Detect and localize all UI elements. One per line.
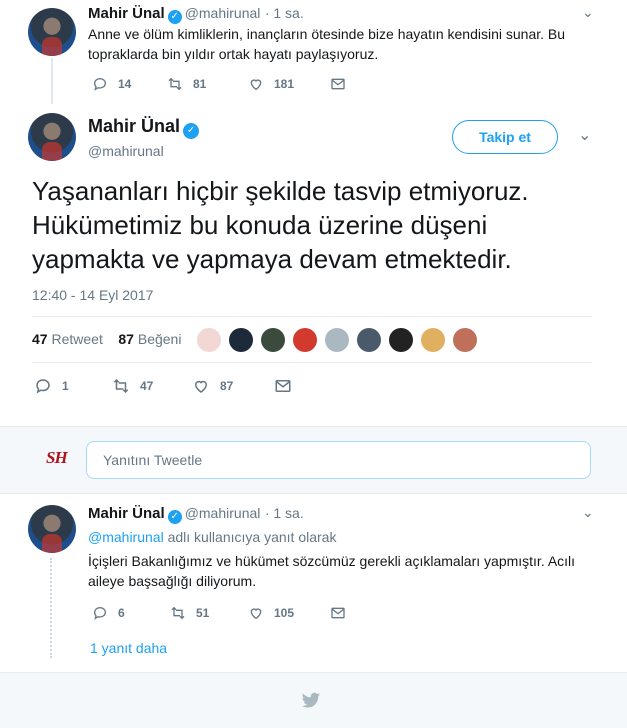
- tweet-text-line: yapmakta ve yapmaya devam etmektedir.: [32, 244, 512, 274]
- tweet-text-line: Anne ve ölüm kimliklerin, inançların öte…: [88, 26, 566, 42]
- chevron-down-icon[interactable]: ⌄: [578, 125, 591, 145]
- liker-avatar[interactable]: [229, 328, 253, 352]
- retweet-icon: [113, 378, 129, 394]
- tweet-text-line: topraklarda bin yıldır ortak hayatı payl…: [88, 46, 379, 62]
- tweet-text: Anne ve ölüm kimliklerin, inançların öte…: [88, 24, 608, 64]
- reply-to-suffix: adlı kullanıcıya yanıt olarak: [163, 529, 337, 545]
- divider: [32, 362, 592, 363]
- user-logo-text: SH: [46, 448, 68, 467]
- divider: [32, 316, 592, 317]
- message-action[interactable]: [330, 76, 356, 92]
- avatar[interactable]: [28, 8, 76, 56]
- author-handle[interactable]: @mahirunal: [185, 505, 261, 521]
- like-count: 87: [220, 379, 234, 393]
- tweet-text: İçişleri Bakanlığımız ve hükümet sözcümü…: [88, 551, 608, 591]
- avatar[interactable]: [28, 505, 76, 553]
- like-action[interactable]: 181: [248, 76, 294, 92]
- author-block: Mahir Ünal ✓ @mahirunal: [88, 116, 202, 159]
- liker-avatar[interactable]: [421, 328, 445, 352]
- retweet-icon: [168, 77, 182, 91]
- follow-button[interactable]: Takip et: [452, 120, 558, 154]
- reply-icon: [36, 379, 50, 394]
- user-logo[interactable]: SH: [46, 448, 78, 470]
- stats-row: 47 Retweet 87 Beğeni: [32, 331, 181, 347]
- retweet-action[interactable]: 47: [112, 377, 153, 395]
- reply-icon: [93, 77, 107, 91]
- tweet-text-line: İçişleri Bakanlığımız ve hükümet sözcümü…: [88, 553, 576, 569]
- author-handle[interactable]: @mahirunal: [185, 5, 261, 21]
- message-action[interactable]: [274, 377, 302, 395]
- envelope-icon: [331, 607, 345, 619]
- reply-action[interactable]: 14: [92, 76, 131, 92]
- retweet-stat[interactable]: 47 Retweet: [32, 331, 103, 347]
- main-tweet-text: Yaşananları hiçbir şekilde tasvip etmiyo…: [32, 174, 602, 276]
- liker-avatar[interactable]: [197, 328, 221, 352]
- liker-avatars: [197, 328, 485, 357]
- tweet-text-line: aileye başsağlığı diliyorum.: [88, 573, 257, 589]
- envelope-icon: [331, 78, 345, 90]
- tweet-time[interactable]: · 1 sa.: [265, 5, 304, 21]
- author-handle[interactable]: @mahirunal: [88, 143, 202, 159]
- chevron-down-icon[interactable]: ⌄: [582, 504, 594, 521]
- like-action[interactable]: 87: [192, 377, 233, 395]
- liker-avatar[interactable]: [357, 328, 381, 352]
- retweet-stat-label: Retweet: [51, 331, 103, 347]
- heart-icon: [194, 380, 208, 393]
- reply-context: @mahirunal adlı kullanıcıya yanıt olarak: [88, 529, 336, 545]
- twitter-bird-icon: [301, 690, 321, 715]
- liker-avatar[interactable]: [293, 328, 317, 352]
- chevron-down-icon[interactable]: ⌄: [582, 4, 594, 21]
- more-replies-link[interactable]: 1 yanıt daha: [90, 640, 167, 656]
- liker-avatar[interactable]: [453, 328, 477, 352]
- like-count: 181: [274, 77, 295, 91]
- retweet-stat-count: 47: [32, 331, 48, 347]
- liker-avatar[interactable]: [325, 328, 349, 352]
- envelope-icon: [275, 380, 291, 392]
- retweet-count: 47: [140, 379, 154, 393]
- reply-count: 14: [118, 77, 132, 91]
- verified-icon: ✓: [167, 10, 182, 24]
- reply-action[interactable]: 1: [34, 377, 69, 395]
- author-name[interactable]: Mahir Ünal: [88, 5, 165, 22]
- tweet-header: Mahir Ünal ✓ @mahirunal · 1 sa.: [88, 505, 304, 524]
- verified-icon: ✓: [183, 123, 200, 139]
- tweet-text-line: Yaşananları hiçbir şekilde tasvip etmiyo…: [32, 176, 529, 206]
- like-action[interactable]: 105: [248, 605, 294, 621]
- reply-input-placeholder: Yanıtını Tweetle: [103, 452, 203, 468]
- reply-to-link[interactable]: @mahirunal: [88, 529, 164, 545]
- message-action[interactable]: [330, 605, 356, 621]
- thread-line: [51, 58, 53, 104]
- reply-icon: [93, 606, 107, 620]
- retweet-action[interactable]: 51: [170, 605, 209, 621]
- reply-count: 1: [62, 379, 69, 393]
- verified-icon: ✓: [167, 510, 182, 524]
- liker-avatar[interactable]: [261, 328, 285, 352]
- like-stat-label: Beğeni: [137, 331, 182, 347]
- author-name[interactable]: Mahir Ünal: [88, 505, 165, 522]
- tweet-timestamp[interactable]: 12:40 - 14 Eyl 2017: [32, 287, 153, 303]
- liker-avatar[interactable]: [389, 328, 413, 352]
- like-stat[interactable]: 87 Beğeni: [118, 331, 181, 347]
- tweet-time[interactable]: · 1 sa.: [265, 505, 304, 521]
- retweet-count: 81: [193, 77, 207, 91]
- retweet-action[interactable]: 81: [167, 76, 206, 92]
- author-name[interactable]: Mahir Ünal: [88, 116, 180, 136]
- tweet-header: Mahir Ünal ✓ @mahirunal · 1 sa.: [88, 5, 304, 24]
- thread-dotted-line: [50, 558, 54, 658]
- reply-input[interactable]: Yanıtını Tweetle: [86, 441, 591, 479]
- retweet-icon: [171, 606, 185, 620]
- heart-icon: [250, 608, 262, 620]
- retweet-count: 51: [196, 606, 210, 620]
- like-count: 105: [274, 606, 295, 620]
- like-stat-count: 87: [118, 331, 134, 347]
- reply-action[interactable]: 6: [92, 605, 125, 621]
- heart-icon: [250, 79, 262, 91]
- reply-count: 6: [118, 606, 125, 620]
- tweet-text-line: Hükümetimiz bu konuda üzerine düşeni: [32, 210, 488, 240]
- avatar[interactable]: [28, 113, 76, 161]
